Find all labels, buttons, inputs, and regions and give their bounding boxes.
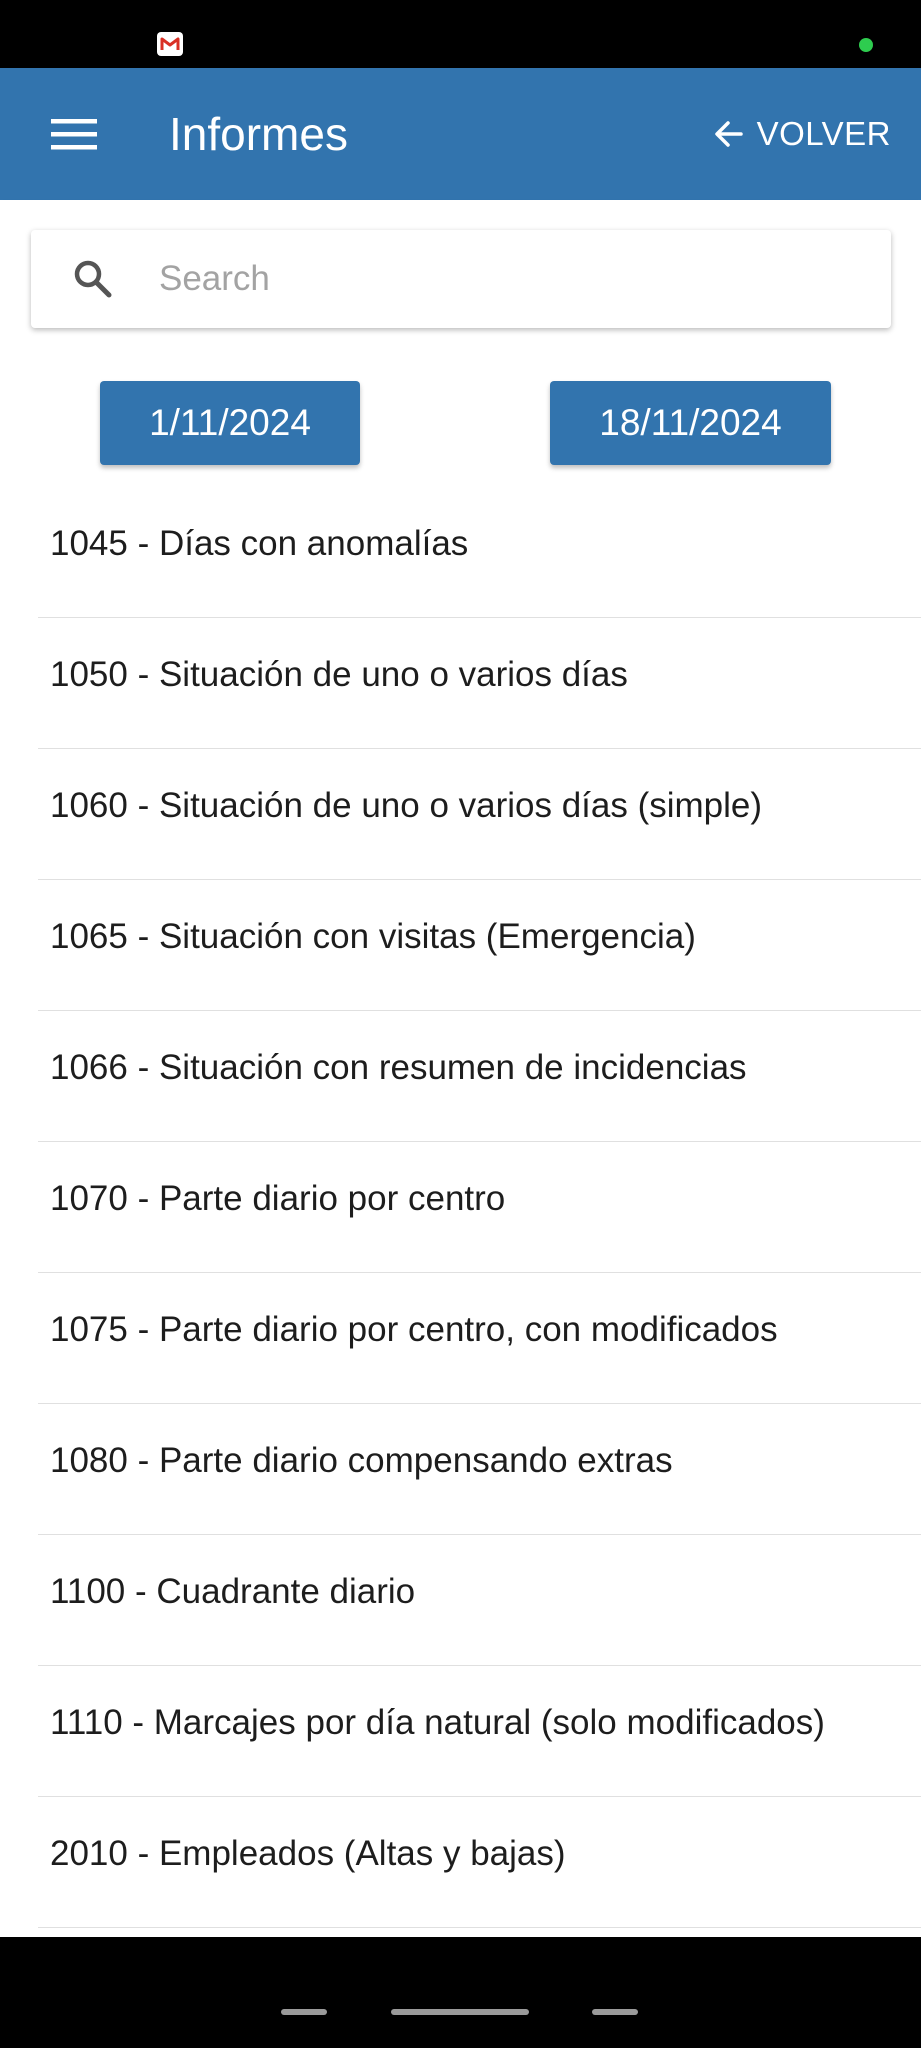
- report-item[interactable]: 1045 - Días con anomalías: [38, 487, 921, 618]
- report-item-label: 1080 - Parte diario compensando extras: [50, 1441, 673, 1480]
- report-item[interactable]: 1110 - Marcajes por día natural (solo mo…: [38, 1666, 921, 1797]
- report-item[interactable]: 1070 - Parte diario por centro: [38, 1142, 921, 1273]
- report-item-label: 1066 - Situación con resumen de incidenc…: [50, 1048, 747, 1087]
- report-item[interactable]: 1065 - Situación con visitas (Emergencia…: [38, 880, 921, 1011]
- report-item[interactable]: 1100 - Cuadrante diario: [38, 1535, 921, 1666]
- end-date-button[interactable]: 18/11/2024: [550, 381, 831, 465]
- report-item[interactable]: 1080 - Parte diario compensando extras: [38, 1404, 921, 1535]
- report-item[interactable]: 1060 - Situación de uno o varios días (s…: [38, 749, 921, 880]
- report-item[interactable]: 1066 - Situación con resumen de incidenc…: [38, 1011, 921, 1142]
- report-item-label: 1050 - Situación de uno o varios días: [50, 655, 628, 694]
- report-list: 1045 - Días con anomalías 1050 - Situaci…: [0, 487, 921, 1937]
- filter-panel: 1/11/2024 18/11/2024: [0, 200, 921, 487]
- back-button[interactable]: VOLVER: [713, 68, 891, 200]
- hamburger-menu-icon: [51, 119, 97, 150]
- camera-indicator-dot: [859, 38, 873, 52]
- report-item-label: 1070 - Parte diario por centro: [50, 1179, 506, 1218]
- search-box[interactable]: [31, 230, 891, 328]
- app-bar: Informes VOLVER: [0, 68, 921, 200]
- nav-recents-handle[interactable]: [281, 2009, 327, 2015]
- start-date-button[interactable]: 1/11/2024: [100, 381, 360, 465]
- report-item-label: 2010 - Empleados (Altas y bajas): [50, 1834, 566, 1873]
- report-item[interactable]: 2010 - Empleados (Altas y bajas): [38, 1797, 921, 1928]
- status-bar: [0, 0, 921, 68]
- report-item[interactable]: 1050 - Situación de uno o varios días: [38, 618, 921, 749]
- nav-back-handle[interactable]: [592, 2009, 638, 2015]
- search-icon: [74, 260, 112, 298]
- report-item-label: 1060 - Situación de uno o varios días (s…: [50, 786, 763, 825]
- report-item-label: 1065 - Situación con visitas (Emergencia…: [50, 917, 696, 956]
- report-item-label: 1110 - Marcajes por día natural (solo mo…: [50, 1703, 825, 1742]
- app-screen: Informes VOLVER 1/11/2024 18/11/2024 104…: [0, 0, 921, 2048]
- back-button-label: VOLVER: [756, 115, 891, 152]
- report-item-label: 1045 - Días con anomalías: [50, 524, 469, 563]
- report-item-label: 1100 - Cuadrante diario: [50, 1572, 416, 1611]
- menu-button[interactable]: [34, 94, 114, 174]
- page-title: Informes: [169, 108, 348, 160]
- gmail-icon: [157, 32, 183, 56]
- report-item-label: 1075 - Parte diario por centro, con modi…: [50, 1310, 778, 1349]
- search-input[interactable]: [159, 230, 859, 328]
- system-navigation-bar: [0, 1937, 921, 2048]
- arrow-left-icon: [713, 118, 745, 150]
- nav-home-handle[interactable]: [391, 2009, 529, 2015]
- report-item[interactable]: 1075 - Parte diario por centro, con modi…: [38, 1273, 921, 1404]
